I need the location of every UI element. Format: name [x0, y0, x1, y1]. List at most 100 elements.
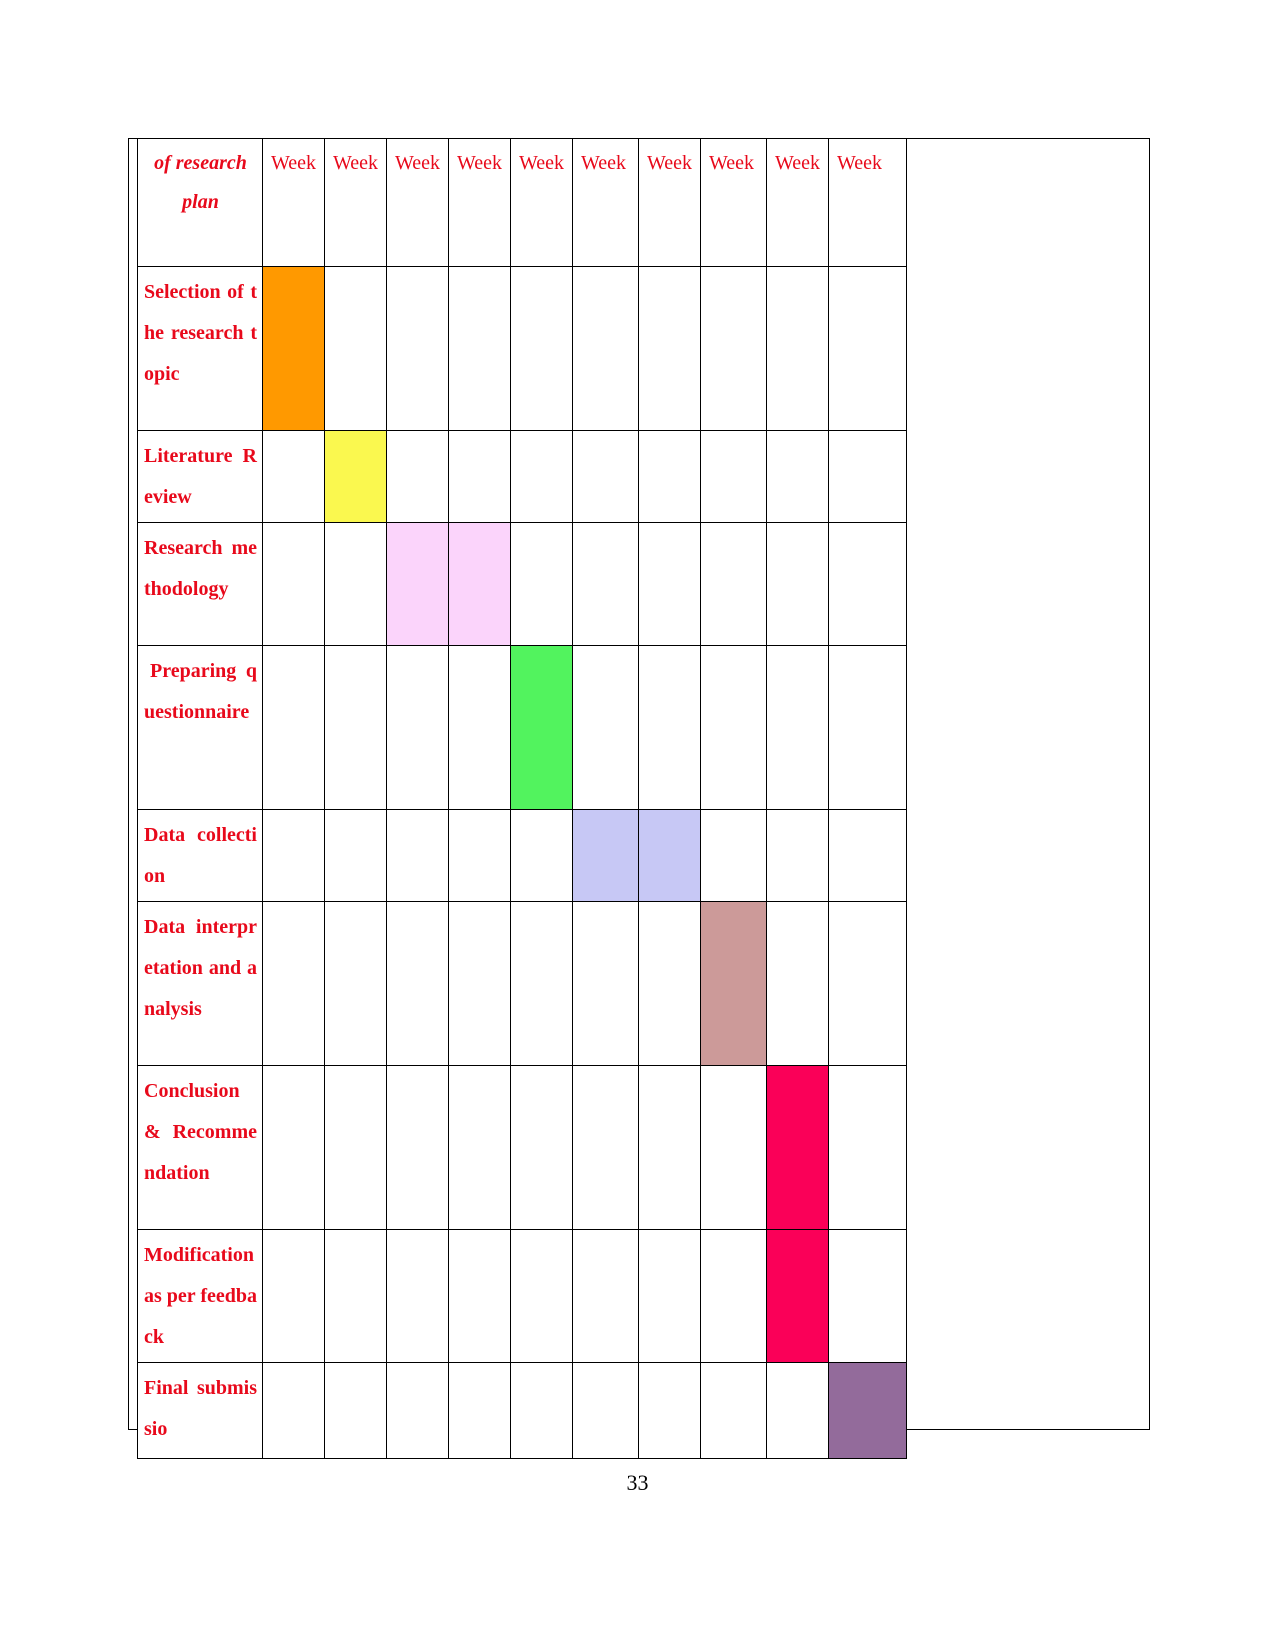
- task-label-conclusion-and-recommendation: Conclusion & Recommendation: [137, 1065, 263, 1230]
- gantt-cell-r4-w8: [700, 645, 767, 810]
- gantt-cell-r5-w7: [638, 809, 701, 902]
- gantt-cell-r5-w1: [262, 809, 325, 902]
- gantt-cell-r5-w3: [386, 809, 449, 902]
- gantt-cell-r9-w6: [572, 1362, 639, 1459]
- gantt-cell-r6-w9: [766, 901, 829, 1066]
- gantt-cell-r9-w5: [510, 1362, 573, 1459]
- page-number: 33: [626, 1470, 649, 1495]
- table-row: Preparing questionnaire: [137, 645, 907, 810]
- table-row: Final submissio: [137, 1362, 907, 1459]
- header-cell-week-6: Week: [572, 138, 639, 267]
- gantt-cell-r1-w4: [448, 266, 511, 431]
- gantt-cell-r3-w2: [324, 522, 387, 646]
- gantt-cell-r7-w3: [386, 1065, 449, 1230]
- task-label-data-collection: Data collection: [137, 809, 263, 902]
- table-row: Research methodology: [137, 522, 907, 646]
- gantt-cell-r5-w4: [448, 809, 511, 902]
- header-cell-task: of research plan: [137, 138, 263, 267]
- gantt-cell-r8-w6: [572, 1229, 639, 1363]
- gantt-cell-r6-w3: [386, 901, 449, 1066]
- gantt-cell-r5-w5: [510, 809, 573, 902]
- header-cell-week-2: Week: [324, 138, 387, 267]
- gantt-cell-r7-w5: [510, 1065, 573, 1230]
- research-plan-gantt-chart: of research plan Week Week Week Week Wee…: [137, 138, 907, 1459]
- gantt-cell-r3-w4: [448, 522, 511, 646]
- gantt-cell-r2-w7: [638, 430, 701, 523]
- gantt-cell-r8-w4: [448, 1229, 511, 1363]
- gantt-cell-r2-w5: [510, 430, 573, 523]
- gantt-cell-r2-w3: [386, 430, 449, 523]
- gantt-cell-r1-w10: [828, 266, 907, 431]
- gantt-cell-r1-w7: [638, 266, 701, 431]
- table-row: Data collection: [137, 809, 907, 902]
- gantt-cell-r3-w9: [766, 522, 829, 646]
- gantt-table: of research plan Week Week Week Week Wee…: [137, 138, 907, 1459]
- task-label-modification-as-per-feedback: Modification as per feedback: [137, 1229, 263, 1363]
- gantt-cell-r8-w2: [324, 1229, 387, 1363]
- gantt-cell-r9-w1: [262, 1362, 325, 1459]
- table-row: Literature Review: [137, 430, 907, 523]
- gantt-cell-r2-w9: [766, 430, 829, 523]
- gantt-cell-r1-w8: [700, 266, 767, 431]
- gantt-cell-r8-w8: [700, 1229, 767, 1363]
- gantt-cell-r6-w5: [510, 901, 573, 1066]
- gantt-cell-r6-w1: [262, 901, 325, 1066]
- gantt-cell-r3-w1: [262, 522, 325, 646]
- gantt-cell-r7-w8: [700, 1065, 767, 1230]
- gantt-cell-r4-w1: [262, 645, 325, 810]
- gantt-cell-r2-w4: [448, 430, 511, 523]
- gantt-cell-r8-w9: [766, 1229, 829, 1363]
- gantt-cell-r4-w10: [828, 645, 907, 810]
- header-cell-week-8: Week: [700, 138, 767, 267]
- gantt-cell-r8-w5: [510, 1229, 573, 1363]
- gantt-cell-r7-w2: [324, 1065, 387, 1230]
- task-label-selection-of-research-topic: Selection of the research topic: [137, 266, 263, 431]
- header-cell-week-5: Week: [510, 138, 573, 267]
- gantt-cell-r3-w8: [700, 522, 767, 646]
- gantt-cell-r2-w10: [828, 430, 907, 523]
- gantt-cell-r3-w10: [828, 522, 907, 646]
- gantt-cell-r7-w7: [638, 1065, 701, 1230]
- header-cell-week-9: Week: [766, 138, 829, 267]
- gantt-cell-r1-w5: [510, 266, 573, 431]
- gantt-cell-r1-w1: [262, 266, 325, 431]
- gantt-cell-r6-w2: [324, 901, 387, 1066]
- table-row: Modification as per feedback: [137, 1229, 907, 1363]
- gantt-cell-r1-w3: [386, 266, 449, 431]
- gantt-cell-r9-w4: [448, 1362, 511, 1459]
- task-label-data-interpretation-and-analysis: Data interpretation and analysis: [137, 901, 263, 1066]
- gantt-cell-r2-w1: [262, 430, 325, 523]
- gantt-cell-r7-w1: [262, 1065, 325, 1230]
- gantt-cell-r4-w3: [386, 645, 449, 810]
- table-row: Selection of the research topic: [137, 266, 907, 431]
- gantt-cell-r8-w10: [828, 1229, 907, 1363]
- gantt-cell-r3-w6: [572, 522, 639, 646]
- gantt-cell-r9-w9: [766, 1362, 829, 1459]
- gantt-cell-r8-w3: [386, 1229, 449, 1363]
- gantt-cell-r6-w7: [638, 901, 701, 1066]
- gantt-cell-r3-w3: [386, 522, 449, 646]
- gantt-cell-r6-w6: [572, 901, 639, 1066]
- header-cell-week-1: Week: [262, 138, 325, 267]
- task-label-literature-review: Literature Review: [137, 430, 263, 523]
- gantt-cell-r6-w10: [828, 901, 907, 1066]
- gantt-cell-r5-w10: [828, 809, 907, 902]
- header-cell-week-10: Week: [828, 138, 907, 267]
- gantt-cell-r8-w1: [262, 1229, 325, 1363]
- gantt-cell-r6-w8: [700, 901, 767, 1066]
- gantt-cell-r8-w7: [638, 1229, 701, 1363]
- gantt-cell-r5-w6: [572, 809, 639, 902]
- gantt-cell-r5-w8: [700, 809, 767, 902]
- header-cell-week-3: Week: [386, 138, 449, 267]
- gantt-cell-r2-w6: [572, 430, 639, 523]
- gantt-cell-r4-w9: [766, 645, 829, 810]
- table-row: Data interpretation and analysis: [137, 901, 907, 1066]
- gantt-cell-r1-w6: [572, 266, 639, 431]
- gantt-cell-r7-w10: [828, 1065, 907, 1230]
- gantt-cell-r3-w5: [510, 522, 573, 646]
- header-cell-week-4: Week: [448, 138, 511, 267]
- gantt-cell-r2-w8: [700, 430, 767, 523]
- gantt-cell-r9-w8: [700, 1362, 767, 1459]
- gantt-cell-r2-w2: [324, 430, 387, 523]
- gantt-cell-r7-w6: [572, 1065, 639, 1230]
